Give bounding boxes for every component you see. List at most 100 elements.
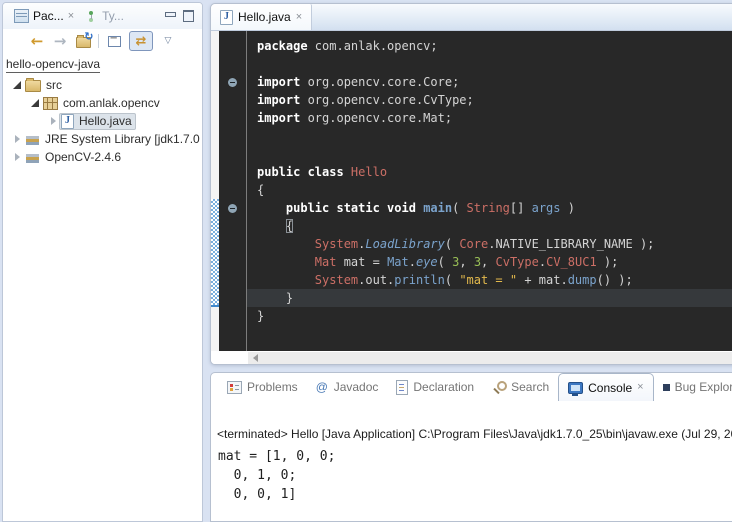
- up-icon: [76, 37, 91, 48]
- code-line-13[interactable]: Mat mat = Mat.eye( 3, 3, CvType.CV_8UC1 …: [257, 253, 732, 271]
- gutter-line: [219, 37, 246, 55]
- code-line-10[interactable]: public static void main( String[] args ): [257, 199, 732, 217]
- code-line-6[interactable]: [257, 127, 732, 145]
- view-tab-pac[interactable]: Pac... ×: [8, 5, 80, 27]
- code-line-7[interactable]: [257, 145, 732, 163]
- fold-collapse-icon[interactable]: [228, 204, 237, 213]
- code-line-4[interactable]: import org.opencv.core.CvType;: [257, 91, 732, 109]
- gutter-line: [219, 271, 246, 289]
- view-tab-search[interactable]: Search: [483, 373, 558, 401]
- gutter-line: [219, 145, 246, 163]
- gutter-line: [219, 109, 246, 127]
- tree-item-label: JRE System Library [jdk1.7.0: [45, 132, 200, 146]
- view-tab-javadoc[interactable]: Javadoc: [307, 373, 388, 401]
- package-explorer-toolbar: ← → ⇄ ▽: [3, 29, 202, 53]
- code-line-9[interactable]: {: [257, 181, 732, 199]
- view-tab-problems[interactable]: Problems: [218, 373, 307, 401]
- panel-window-buttons: [165, 10, 194, 22]
- view-menu-button[interactable]: ▽: [160, 32, 176, 50]
- declaration-icon: [396, 380, 408, 395]
- tree-item-src[interactable]: src: [5, 76, 202, 94]
- view-tab-bar: Pac... × Ty...: [3, 3, 202, 29]
- problems-icon: [227, 381, 242, 394]
- minimize-button[interactable]: [165, 12, 174, 20]
- horizontal-scrollbar: [211, 351, 732, 365]
- code-editor[interactable]: package com.anlak.opencv; import org.ope…: [211, 31, 732, 351]
- view-tab-label: Ty...: [102, 9, 124, 23]
- editor-tab-bar: Hello.java ×: [211, 4, 732, 31]
- gutter-line: [219, 199, 246, 217]
- gutter-line: [219, 217, 246, 235]
- forward-button[interactable]: →: [52, 32, 68, 50]
- tree-item-jre-system-library-jdk1-7-0[interactable]: JRE System Library [jdk1.7.0: [5, 130, 202, 148]
- fold-gutter: [219, 31, 247, 351]
- package-explorer-panel: Pac... × Ty... ← → ⇄ ▽ hello-opencv-java src c…: [2, 2, 203, 522]
- view-tab-ty[interactable]: Ty...: [80, 5, 130, 27]
- gutter-line: [219, 73, 246, 91]
- collapse-arrow-icon[interactable]: [11, 81, 23, 89]
- close-icon[interactable]: ×: [637, 382, 643, 393]
- code-line-3[interactable]: import org.opencv.core.Core;: [257, 73, 732, 91]
- gutter-line: [219, 127, 246, 145]
- editor-tab-label: Hello.java: [238, 10, 291, 24]
- code-line-16[interactable]: }: [257, 307, 732, 325]
- gutter-line: [219, 289, 246, 307]
- package-explorer-tree: hello-opencv-java src com.anlak.opencv Hel…: [3, 53, 202, 166]
- view-menu-button-icon: ▽: [165, 36, 172, 46]
- view-tab-console[interactable]: Console×: [558, 373, 653, 401]
- expand-arrow-icon[interactable]: [11, 135, 23, 143]
- tree-entry: JRE System Library [jdk1.7.0: [23, 131, 202, 147]
- code-line-11[interactable]: {: [257, 217, 732, 235]
- code-line-1[interactable]: package com.anlak.opencv;: [257, 37, 732, 55]
- source-folder-icon: [25, 80, 41, 92]
- link-with-editor-button-icon: ⇄: [136, 34, 147, 49]
- editor-panel: Hello.java × package com.anlak.opencv; i…: [210, 3, 732, 365]
- code-area[interactable]: package com.anlak.opencv; import org.ope…: [247, 31, 732, 351]
- console-output: mat = [1, 0, 0; 0, 1, 0; 0, 0, 1]: [218, 447, 732, 504]
- range-indicator: [211, 199, 219, 307]
- forward-button-icon: →: [54, 32, 67, 50]
- expand-arrow-icon[interactable]: [47, 117, 59, 125]
- back-button-icon: ←: [31, 32, 44, 50]
- view-tab-declaration[interactable]: Declaration: [387, 373, 483, 401]
- fold-collapse-icon[interactable]: [228, 78, 237, 87]
- tree-item-label: OpenCV-2.4.6: [45, 150, 121, 164]
- collapse-arrow-icon[interactable]: [29, 99, 41, 107]
- scrollbar-track[interactable]: [248, 352, 732, 364]
- link-with-editor-button[interactable]: ⇄: [129, 31, 153, 51]
- javadoc-icon: [316, 381, 329, 394]
- gutter-line: [219, 181, 246, 199]
- gutter-line: [219, 253, 246, 271]
- scroll-left-arrow-icon[interactable]: [253, 354, 258, 362]
- package-explorer-icon: [14, 9, 29, 23]
- package-icon: [43, 97, 58, 110]
- project-root-label[interactable]: hello-opencv-java: [6, 57, 100, 73]
- close-icon[interactable]: ×: [68, 11, 74, 22]
- code-line-8[interactable]: public class Hello: [257, 163, 732, 181]
- java-file-icon: [61, 114, 74, 129]
- tree-entry: src: [23, 77, 66, 93]
- tree-item-label: Hello.java: [79, 114, 132, 128]
- tree-entry: OpenCV-2.4.6: [23, 149, 125, 165]
- maximize-button[interactable]: [183, 10, 194, 22]
- code-line-2[interactable]: [257, 55, 732, 73]
- view-tab-label: Pac...: [33, 9, 64, 23]
- console-panel: ProblemsJavadocDeclarationSearchConsole×…: [210, 372, 732, 522]
- code-line-14[interactable]: System.out.println( "mat = " + mat.dump(…: [257, 271, 732, 289]
- bottom-view-tab-bar: ProblemsJavadocDeclarationSearchConsole×…: [211, 373, 732, 401]
- view-tab-bug-explorer[interactable]: Bug Explorer: [654, 373, 732, 401]
- back-button[interactable]: ←: [29, 32, 45, 50]
- tree-item-label: src: [46, 78, 62, 92]
- editor-tab-hello-java[interactable]: Hello.java ×: [211, 4, 312, 30]
- tree-item-com-anlak-opencv[interactable]: com.anlak.opencv: [5, 94, 202, 112]
- type-hierarchy-icon: [86, 10, 98, 23]
- up-button[interactable]: [75, 32, 91, 50]
- close-icon[interactable]: ×: [296, 12, 302, 23]
- code-line-5[interactable]: import org.opencv.core.Mat;: [257, 109, 732, 127]
- expand-arrow-icon[interactable]: [11, 153, 23, 161]
- code-line-15[interactable]: }: [247, 289, 732, 307]
- tree-item-hello-java[interactable]: Hello.java: [5, 112, 202, 130]
- collapse-all-button[interactable]: [106, 32, 122, 50]
- tree-item-opencv-2-4-6[interactable]: OpenCV-2.4.6: [5, 148, 202, 166]
- code-line-12[interactable]: System.LoadLibrary( Core.NATIVE_LIBRARY_…: [257, 235, 732, 253]
